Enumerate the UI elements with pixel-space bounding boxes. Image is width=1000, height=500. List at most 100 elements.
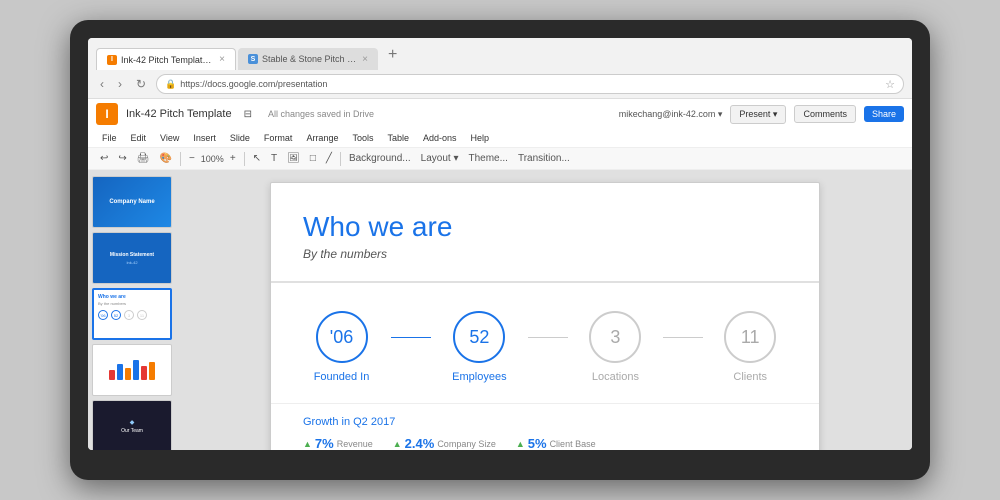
menu-file[interactable]: File (96, 131, 123, 145)
tab-favicon-active: I (107, 55, 117, 65)
browser-tabs: I Ink-42 Pitch Template - Doc... × S Sta… (88, 38, 912, 70)
slide-thumb-2[interactable]: Mission Statement Ink-42 (92, 232, 172, 284)
gdocs-user[interactable]: mikechang@ink-42.com ▾ (619, 109, 723, 120)
companysize-label: Company Size (437, 439, 496, 449)
metric-item-clientbase: ▲ 5% Client Base (516, 436, 596, 450)
stat-item-clients: 11 Clients (724, 311, 776, 383)
bookmark-icon[interactable]: ☆ (885, 78, 895, 91)
stat-label-employees: Employees (452, 371, 506, 383)
slide-subtitle: By the numbers (303, 247, 787, 261)
stat-circle-clients: 11 (724, 311, 776, 363)
comments-button[interactable]: Comments (794, 105, 856, 123)
toolbar-layout[interactable]: Layout ▾ (417, 151, 463, 166)
stat-item-employees: 52 Employees (452, 311, 506, 383)
growth-metrics: ▲ 7% Revenue ▲ 2.4% Company Size ▲ (303, 436, 787, 450)
toolbar-zoom-in[interactable]: + (226, 151, 240, 166)
gdocs-drive-icon: ⊟ (244, 109, 252, 120)
refresh-button[interactable]: ↻ (132, 75, 150, 93)
browser-tab-inactive[interactable]: S Stable & Stone Pitch Deck -... × (238, 48, 378, 70)
metric-item-companysize: ▲ 2.4% Company Size (393, 436, 496, 450)
toolbar-print[interactable]: 🖨 (133, 151, 154, 166)
gdocs-topbar: I Ink-42 Pitch Template ⊟ All changes sa… (88, 99, 912, 129)
tab-close-active[interactable]: × (219, 54, 225, 65)
menu-edit[interactable]: Edit (125, 131, 153, 145)
slides-panel: Company Name Mission Statement Ink-42 Wh… (88, 170, 178, 450)
menu-help[interactable]: Help (465, 131, 496, 145)
device-frame: I Ink-42 Pitch Template - Doc... × S Sta… (70, 20, 930, 480)
toolbar-separator-2 (244, 152, 245, 166)
growth-title: Growth in Q2 2017 (303, 416, 787, 428)
browser-chrome: I Ink-42 Pitch Template - Doc... × S Sta… (88, 38, 912, 99)
menu-tools[interactable]: Tools (346, 131, 379, 145)
share-button[interactable]: Share (864, 106, 904, 122)
toolbar-transition[interactable]: Transition... (514, 151, 574, 166)
slide-thumb-3[interactable]: Who we are By the numbers '06 52 3 11 (92, 288, 172, 340)
forward-button[interactable]: › (114, 75, 126, 93)
stat-item-locations: 3 Locations (589, 311, 641, 383)
slide-thumb-1[interactable]: Company Name (92, 176, 172, 228)
https-icon: 🔒 (165, 79, 176, 90)
toolbar-paint[interactable]: 🎨 (155, 151, 175, 166)
menu-addons[interactable]: Add-ons (417, 131, 463, 145)
toolbar-separator-1 (180, 152, 181, 166)
stat-connector-2 (528, 337, 568, 338)
toolbar-zoom-level: 100% (201, 154, 224, 164)
back-button[interactable]: ‹ (96, 75, 108, 93)
toolbar-shape[interactable]: □ (306, 151, 320, 166)
menu-table[interactable]: Table (381, 131, 415, 145)
toolbar-cursor[interactable]: ↖ (249, 151, 265, 166)
gdocs-chrome: I Ink-42 Pitch Template ⊟ All changes sa… (88, 99, 912, 170)
gdocs-main: Company Name Mission Statement Ink-42 Wh… (88, 170, 912, 450)
clientbase-arrow: ▲ (516, 439, 525, 449)
menu-insert[interactable]: Insert (187, 131, 222, 145)
toolbar-line[interactable]: ╱ (322, 151, 336, 166)
slide-thumb-4[interactable] (92, 344, 172, 396)
tab-label-inactive: Stable & Stone Pitch Deck -... (262, 54, 358, 64)
toolbar-separator-3 (340, 152, 341, 166)
menu-arrange[interactable]: Arrange (300, 131, 344, 145)
revenue-arrow: ▲ (303, 439, 312, 449)
canvas-area: Who we are By the numbers '06 Founded In (178, 170, 912, 450)
tab-close-inactive[interactable]: × (362, 54, 368, 65)
stat-label-founded: Founded In (314, 371, 370, 383)
slide-canvas: Who we are By the numbers '06 Founded In (270, 182, 820, 450)
menu-slide[interactable]: Slide (224, 131, 256, 145)
toolbar-theme[interactable]: Theme... (464, 151, 511, 166)
revenue-value: 7% (315, 436, 334, 450)
companysize-arrow: ▲ (393, 439, 402, 449)
present-button[interactable]: Present ▾ (730, 105, 786, 124)
gdocs-menubar: File Edit View Insert Slide Format Arran… (88, 129, 912, 148)
slide-stats-section: '06 Founded In 52 Employees 3 (271, 283, 819, 404)
address-bar[interactable]: 🔒 https://docs.google.com/presentation ☆ (156, 74, 904, 94)
slide-thumb-5[interactable]: ◆ Our Team (92, 400, 172, 450)
toolbar-text[interactable]: T (267, 151, 281, 166)
toolbar-background[interactable]: Background... (345, 151, 415, 166)
stat-item-founded: '06 Founded In (314, 311, 370, 383)
new-tab-button[interactable]: + (380, 42, 405, 68)
address-text: https://docs.google.com/presentation (180, 79, 327, 89)
slide-title: Who we are (303, 211, 787, 243)
browser-tab-active[interactable]: I Ink-42 Pitch Template - Doc... × (96, 48, 236, 70)
stat-label-clients: Clients (733, 371, 767, 383)
stat-circle-founded: '06 (316, 311, 368, 363)
gdocs-logo: I (96, 103, 118, 125)
tab-favicon-inactive: S (248, 54, 258, 64)
menu-format[interactable]: Format (258, 131, 299, 145)
gdocs-title: Ink-42 Pitch Template (126, 108, 232, 120)
slide-growth-section: Growth in Q2 2017 ▲ 7% Revenue ▲ 2.4% Co… (271, 404, 819, 450)
stat-connector-1 (391, 337, 431, 338)
toolbar-undo[interactable]: ↩ (96, 151, 112, 166)
stat-circle-locations: 3 (589, 311, 641, 363)
toolbar-redo[interactable]: ↪ (114, 151, 130, 166)
clientbase-label: Client Base (550, 439, 596, 449)
device-screen: I Ink-42 Pitch Template - Doc... × S Sta… (88, 38, 912, 450)
gdocs-saved-status: All changes saved in Drive (268, 109, 374, 119)
clientbase-value: 5% (528, 436, 547, 450)
toolbar-zoom-out[interactable]: − (185, 151, 199, 166)
gdocs-toolbar: ↩ ↪ 🖨 🎨 − 100% + ↖ T 🖼 □ ╱ Background...… (88, 148, 912, 170)
stat-label-locations: Locations (592, 371, 639, 383)
menu-view[interactable]: View (154, 131, 185, 145)
stat-circle-employees: 52 (453, 311, 505, 363)
toolbar-image[interactable]: 🖼 (283, 151, 304, 166)
browser-addressbar: ‹ › ↻ 🔒 https://docs.google.com/presenta… (88, 70, 912, 99)
